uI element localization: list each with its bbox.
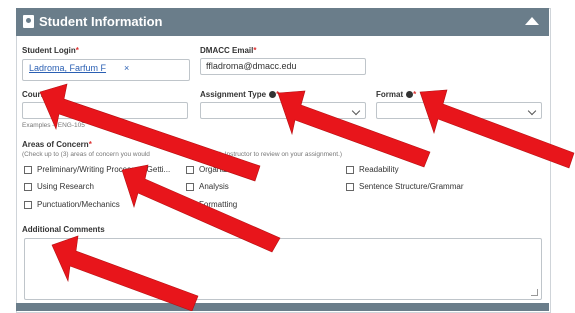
arrow-course (39, 83, 261, 182)
annotation-arrows (39, 83, 575, 311)
arrow-areas (121, 164, 281, 253)
arrow-assignment-type (277, 90, 431, 168)
arrow-format (419, 89, 575, 169)
arrow-comments (51, 235, 199, 311)
